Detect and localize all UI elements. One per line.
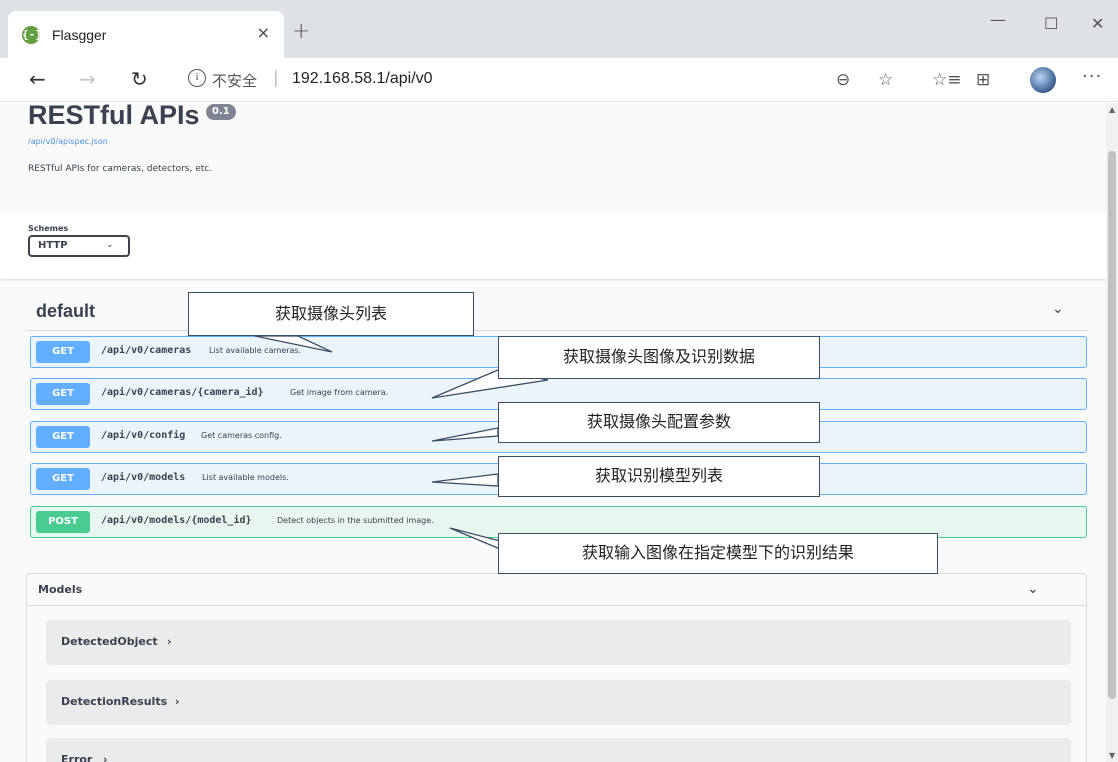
operation-summary: Detect objects in the submitted image. [277,516,434,525]
method-badge: GET [36,341,90,363]
models-header[interactable]: Models ⌄ [27,574,1086,606]
browser-toolbar: ← → ↻ i 不安全 | 192.168.58.1/api/v0 ⊖ ☆ ☆≡… [0,58,1118,102]
chevron-down-icon: ⌄ [106,240,114,250]
security-status[interactable]: 不安全 [212,70,257,91]
operation-summary: List available cameras. [209,346,302,355]
method-badge: POST [36,511,90,533]
zoom-out-icon[interactable]: ⊖ [836,70,850,90]
callout-list-models: 获取识别模型列表 [498,456,820,497]
default-section-header[interactable]: default ⌄ [26,291,1088,331]
favorites-icon[interactable]: ☆≡ [932,70,961,90]
chevron-right-icon: › [175,695,180,708]
models-title: Models [38,583,83,596]
browser-titlebar: {-} Flasgger × + — ☐ ✕ [0,0,1118,58]
operation-path: /api/v0/config [101,430,186,441]
collections-icon[interactable]: ⊞ [976,70,990,90]
models-section: Models ⌄ DetectedObject › DetectionResul… [26,573,1087,762]
model-name: DetectionResults [61,695,168,708]
browser-tab[interactable]: {-} Flasgger × [8,11,284,58]
chevron-right-icon: › [103,753,108,762]
method-badge: GET [36,383,90,405]
refresh-icon[interactable]: ↻ [131,67,148,91]
maximize-icon[interactable]: ☐ [1044,14,1058,33]
star-icon[interactable]: ☆ [878,70,893,90]
method-badge: GET [36,468,90,490]
tab-title: Flasgger [52,27,107,43]
version-badge: 0.1 [206,104,236,120]
info-icon[interactable]: i [188,69,206,87]
new-tab-icon[interactable]: + [292,19,310,44]
tab-close-icon[interactable]: × [257,23,270,42]
spec-link[interactable]: /api/v0/apispec.json [28,137,108,146]
more-menu-icon[interactable]: ··· [1082,66,1102,87]
scroll-thumb[interactable] [1108,151,1116,699]
operation-path: /api/v0/models/{model_id} [101,515,252,526]
operation-summary: Get cameras config. [201,431,282,440]
schemes-select[interactable]: HTTP ⌄ [28,235,130,257]
method-badge: GET [36,426,90,448]
section-title: default [36,301,96,321]
chevron-down-icon[interactable]: ⌄ [1052,301,1064,317]
model-item[interactable]: DetectedObject › [46,620,1071,665]
model-name: DetectedObject [61,635,158,648]
operation-path: /api/v0/models [101,472,186,483]
operation-summary: Get image from camera. [290,388,389,397]
callout-model-detect: 获取输入图像在指定模型下的识别结果 [498,533,938,574]
operation-path: /api/v0/cameras [101,345,192,356]
page-title: RESTful APIs [28,103,200,130]
scroll-up-icon[interactable]: ▲ [1109,105,1115,114]
back-arrow-icon[interactable]: ← [29,67,46,91]
callout-camera-config: 获取摄像头配置参数 [498,402,820,443]
chevron-right-icon: › [167,635,172,648]
profile-avatar[interactable] [1030,67,1056,93]
model-name: Error [61,753,93,762]
flasgger-favicon-icon: {-} [22,26,42,44]
callout-list-cameras: 获取摄像头列表 [188,292,474,336]
model-item[interactable]: DetectionResults › [46,680,1071,725]
operation-path: /api/v0/cameras/{camera_id} [101,387,264,398]
chevron-down-icon[interactable]: ⌄ [1027,581,1039,597]
schemes-container: Schemes HTTP ⌄ [0,213,1106,279]
scroll-down-icon[interactable]: ▼ [1109,751,1115,760]
minimize-icon[interactable]: — [990,10,1006,29]
operation-summary: List available models. [202,473,289,482]
address-bar[interactable]: 192.168.58.1/api/v0 [292,70,433,88]
window-close-icon[interactable]: ✕ [1091,14,1104,33]
callout-camera-image: 获取摄像头图像及识别数据 [498,336,820,379]
url-separator: | [273,68,279,88]
api-info: RESTful APIs 0.1 /api/v0/apispec.json RE… [0,103,1106,213]
schemes-selected-value: HTTP [38,240,68,251]
model-item[interactable]: Error › [46,738,1071,762]
forward-arrow-icon[interactable]: → [79,67,96,91]
schemes-label: Schemes [28,224,69,233]
page-scrollbar[interactable]: ▲ ▼ [1106,103,1118,762]
api-description: RESTful APIs for cameras, detectors, etc… [28,164,213,174]
